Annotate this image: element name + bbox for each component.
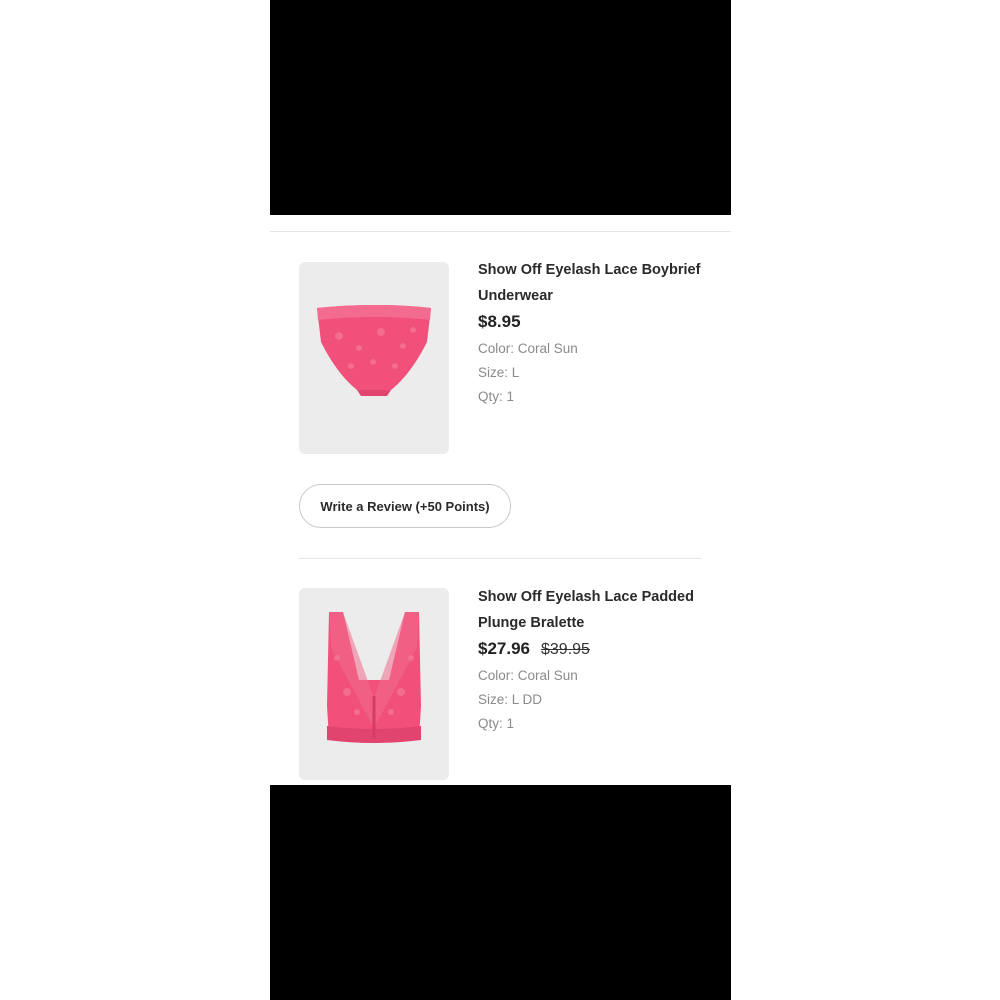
product-meta: Color: Coral Sun Size: L DD Qty: 1 [478, 664, 708, 736]
product-price: $8.95 [478, 312, 521, 331]
product-title[interactable]: Show Off Eyelash Lace Boybrief Underwear [478, 257, 708, 309]
plunge-bralette-icon [327, 612, 421, 743]
letterbox-top [270, 0, 731, 215]
product-size: Size: L DD [478, 692, 543, 707]
product-title[interactable]: Show Off Eyelash Lace Padded Plunge Bral… [478, 584, 708, 636]
product-size: Size: L [478, 365, 520, 380]
product-color: Color: Coral Sun [478, 341, 578, 356]
product-info-1: Show Off Eyelash Lace Boybrief Underwear… [478, 257, 708, 409]
product-image-bralette[interactable] [299, 588, 449, 780]
boybrief-underwear-icon [317, 305, 431, 396]
divider [299, 558, 701, 559]
product-original-price: $39.95 [541, 641, 590, 658]
screen: Show Off Eyelash Lace Boybrief Underwear… [0, 0, 1000, 1000]
order-items-panel: Show Off Eyelash Lace Boybrief Underwear… [270, 215, 731, 785]
product-qty: Qty: 1 [478, 716, 515, 731]
letterbox-bottom [270, 785, 731, 1000]
divider [270, 231, 731, 232]
write-review-button[interactable]: Write a Review (+50 Points) [299, 484, 511, 528]
product-sale-price: $27.96 [478, 639, 530, 658]
product-info-2: Show Off Eyelash Lace Padded Plunge Bral… [478, 584, 708, 736]
product-color: Color: Coral Sun [478, 668, 578, 683]
product-qty: Qty: 1 [478, 389, 515, 404]
product-meta: Color: Coral Sun Size: L Qty: 1 [478, 337, 708, 409]
price-row: $27.96 $39.95 [478, 639, 708, 659]
product-image-boybrief[interactable] [299, 262, 449, 454]
price-row: $8.95 [478, 312, 708, 332]
